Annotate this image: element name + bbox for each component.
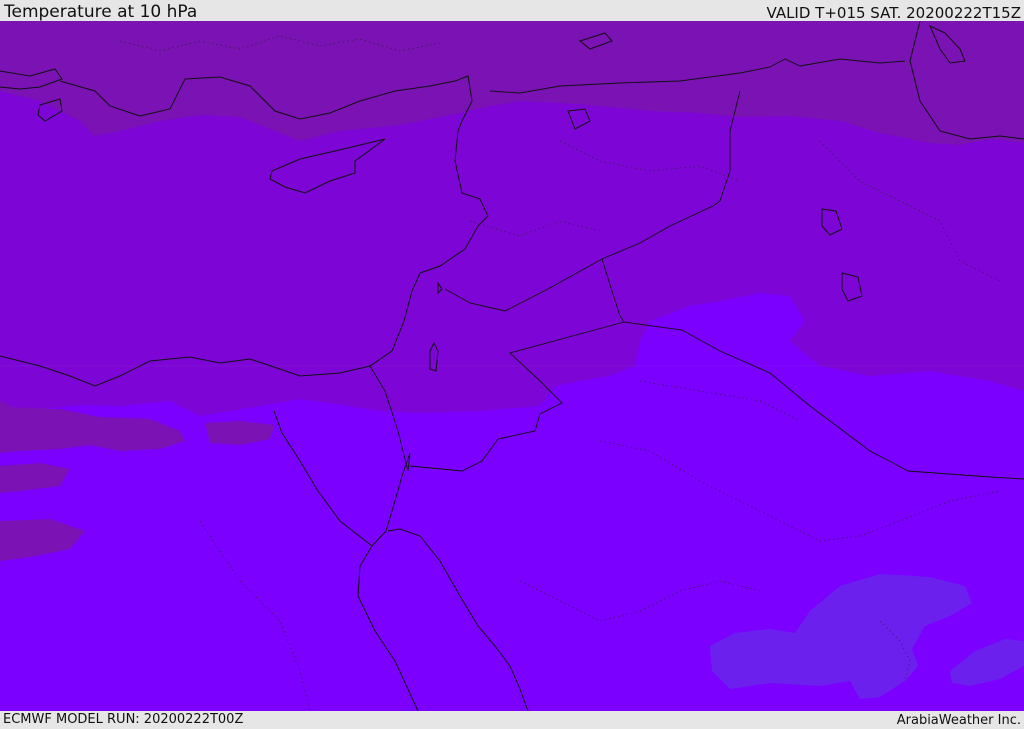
header-bar: Temperature at 10 hPa VALID T+015 SAT. 2… [0,0,1024,22]
model-run: ECMWF MODEL RUN: 20200222T00Z [3,712,244,727]
temperature-map [0,21,1024,711]
footer-bar: ECMWF MODEL RUN: 20200222T00Z ArabiaWeat… [0,711,1024,729]
map-title: Temperature at 10 hPa [4,2,198,22]
valid-time: VALID T+015 SAT. 20200222T15Z [766,4,1021,22]
credit: ArabiaWeather Inc. [896,713,1021,728]
